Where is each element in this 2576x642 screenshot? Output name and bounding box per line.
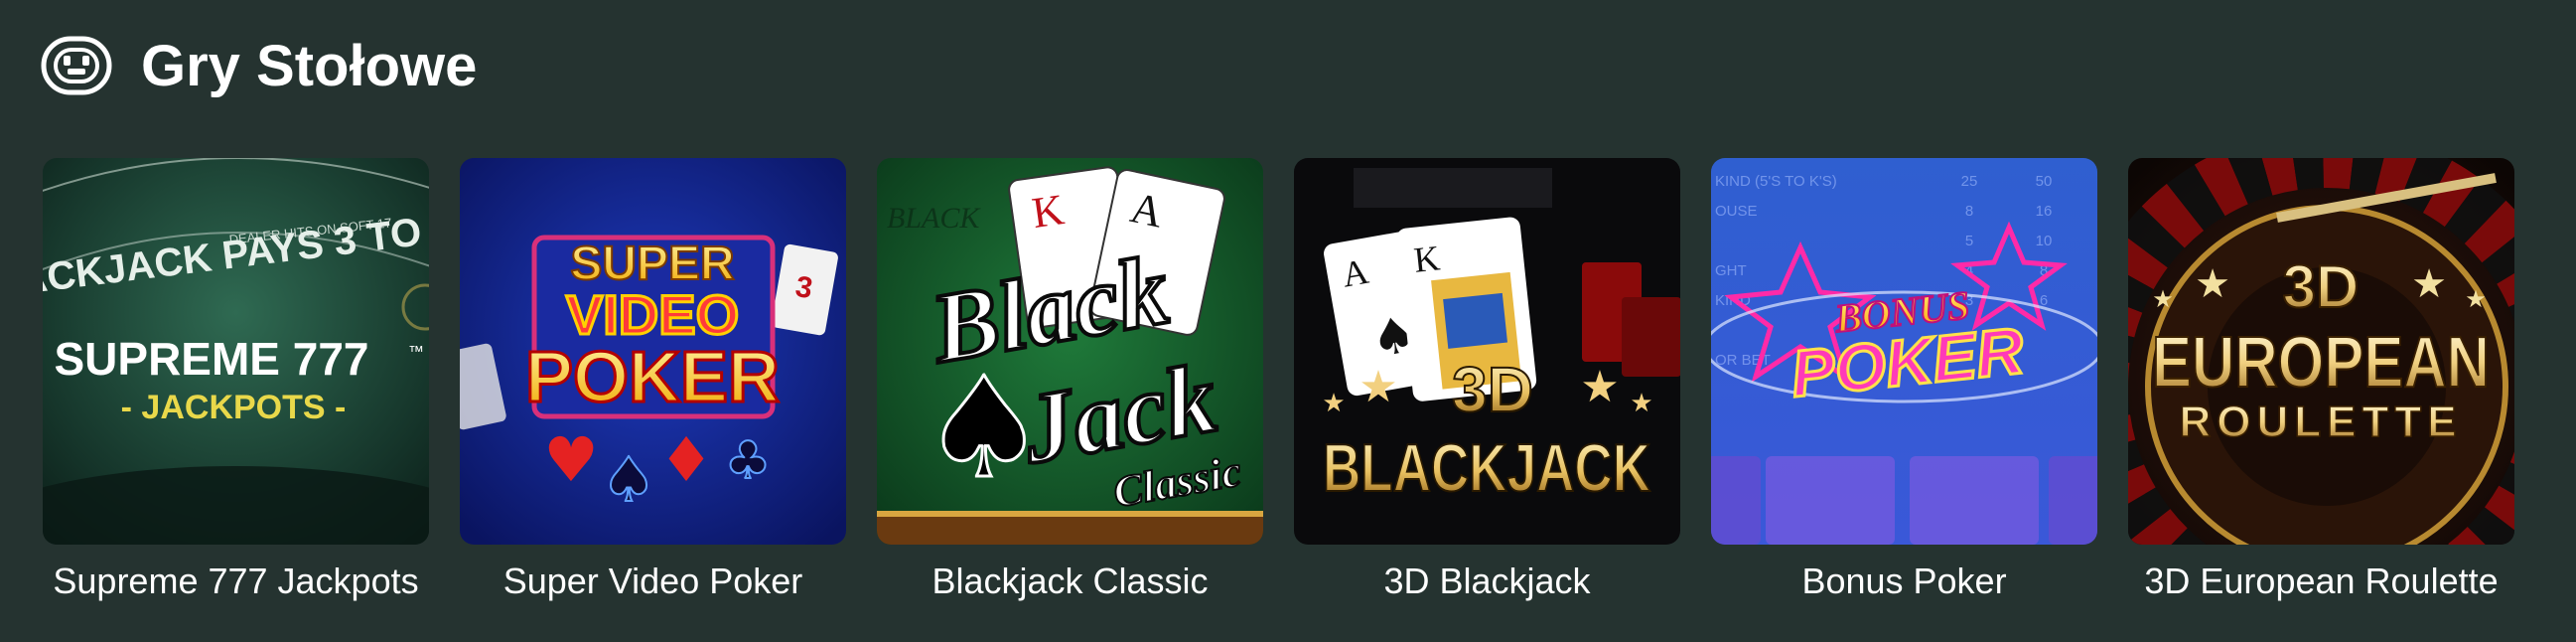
art-title-line1: 3D bbox=[1452, 354, 1533, 425]
game-card-3d-blackjack[interactable]: A ♠ K 3D ★ ★ ★ ★ BLACKJACK 3D Blackjack bbox=[1294, 158, 1680, 602]
game-thumbnail[interactable]: BLACK K A ♠ Black Jack Classic bbox=[877, 158, 1263, 545]
svg-text:♥: ♥ bbox=[543, 423, 599, 496]
art-title-line2: EUROPEAN bbox=[2152, 323, 2490, 402]
art-card-2: K bbox=[1412, 238, 1442, 279]
game-name[interactable]: 3D European Roulette bbox=[2144, 561, 2498, 602]
games-row: DEALER HITS ON SOFT 17 ACKJACK PAYS 3 TO… bbox=[43, 158, 2514, 602]
svg-text:♠: ♠ bbox=[601, 443, 656, 516]
art-tm: ™ bbox=[408, 344, 424, 361]
paytable-value: 16 bbox=[2036, 203, 2053, 220]
art-title-line2: BLACKJACK bbox=[1323, 430, 1650, 506]
paytable-row-label: KIND (5'S TO K'S) bbox=[1715, 173, 1837, 190]
paytable-value: 10 bbox=[2036, 233, 2053, 249]
game-card-supreme-777-jackpots[interactable]: DEALER HITS ON SOFT 17 ACKJACK PAYS 3 TO… bbox=[43, 158, 429, 602]
svg-text:★: ★ bbox=[1630, 389, 1652, 418]
art-corner-text: BLACK bbox=[887, 202, 981, 235]
paytable-value: 5 bbox=[1965, 233, 1973, 249]
art-title-line3: ROULETTE bbox=[2179, 398, 2462, 446]
game-thumbnail[interactable]: DEALER HITS ON SOFT 17 ACKJACK PAYS 3 TO… bbox=[43, 158, 429, 545]
svg-text:★: ★ bbox=[1580, 362, 1619, 412]
svg-text:★: ★ bbox=[1322, 389, 1345, 418]
art-title-line2: VIDEO bbox=[566, 283, 739, 346]
game-thumbnail[interactable]: KIND (5'S TO K'S) OUSE GHT KIND OR BET 25 50 8 1… bbox=[1711, 158, 2097, 545]
art-title-line2: - JACKPOTS - bbox=[121, 389, 347, 426]
svg-text:★: ★ bbox=[2411, 261, 2447, 307]
section-title: Gry Stołowe bbox=[141, 33, 478, 98]
svg-text:★: ★ bbox=[2465, 285, 2487, 313]
svg-text:★: ★ bbox=[1359, 362, 1397, 412]
game-name[interactable]: 3D Blackjack bbox=[1383, 561, 1590, 602]
svg-text:★: ★ bbox=[2195, 261, 2230, 307]
paytable-value: 25 bbox=[1961, 173, 1978, 190]
section-header: Gry Stołowe bbox=[40, 30, 477, 101]
game-name[interactable]: Supreme 777 Jackpots bbox=[53, 561, 418, 602]
table-games-icon bbox=[40, 35, 113, 96]
svg-text:♦: ♦ bbox=[658, 423, 714, 496]
game-card-bonus-poker[interactable]: KIND (5'S TO K'S) OUSE GHT KIND OR BET 25 50 8 1… bbox=[1711, 158, 2097, 602]
game-name[interactable]: Super Video Poker bbox=[503, 561, 803, 602]
art-title-line1: SUPREME 777 bbox=[54, 333, 368, 385]
svg-text:★: ★ bbox=[2152, 285, 2174, 313]
game-card-3d-european-roulette[interactable]: 3D ★ ★ ★ ★ EUROPEAN ROULETTE 3D European… bbox=[2128, 158, 2514, 602]
paytable-value: 8 bbox=[1965, 203, 1973, 220]
game-card-super-video-poker[interactable]: 3 SUPER VIDEO POKER ♥ ♠ ♦ ♣ Super Video … bbox=[460, 158, 846, 602]
art-title-line3: POKER bbox=[525, 338, 780, 417]
game-thumbnail[interactable]: A ♠ K 3D ★ ★ ★ ★ BLACKJACK bbox=[1294, 158, 1680, 545]
paytable-value: 50 bbox=[2036, 173, 2053, 190]
svg-text:♣: ♣ bbox=[725, 431, 772, 491]
game-thumbnail[interactable]: 3D ★ ★ ★ ★ EUROPEAN ROULETTE bbox=[2128, 158, 2514, 545]
art-title-line1: 3D bbox=[2283, 253, 2360, 320]
game-card-blackjack-classic[interactable]: BLACK K A ♠ Black Jack Classic Blackjack… bbox=[877, 158, 1263, 602]
paytable-row-label: OUSE bbox=[1715, 203, 1758, 220]
game-name[interactable]: Bonus Poker bbox=[1801, 561, 2006, 602]
game-name[interactable]: Blackjack Classic bbox=[931, 561, 1208, 602]
paytable-row-label: GHT bbox=[1715, 262, 1747, 279]
game-thumbnail[interactable]: 3 SUPER VIDEO POKER ♥ ♠ ♦ ♣ bbox=[460, 158, 846, 545]
